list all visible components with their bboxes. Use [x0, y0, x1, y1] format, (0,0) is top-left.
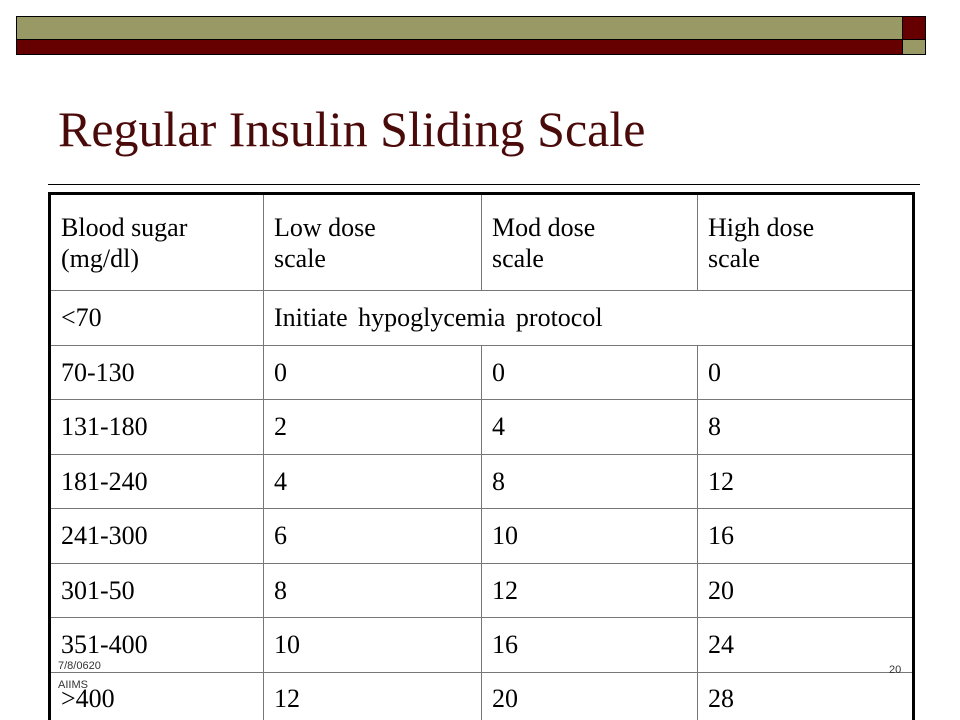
header-line: Blood sugar	[61, 212, 188, 242]
cell-low: 4	[263, 453, 482, 509]
table-row: 301-50 8 12 20	[49, 562, 914, 618]
cell-range: 241-300	[49, 508, 264, 564]
table-row: 131-180 2 4 8	[49, 399, 914, 455]
footer-organization: AIIMS	[58, 679, 88, 691]
footer-date: 7/8/0620	[58, 660, 101, 672]
cell-low: 2	[263, 399, 482, 455]
header-line: (mg/dl)	[61, 243, 139, 273]
cell-low: 0	[263, 344, 482, 400]
table-header-row: Blood sugar (mg/dl) Low dose scale Mod d…	[49, 193, 914, 291]
header-line: Low dose	[274, 212, 376, 242]
table-row: 181-240 4 8 12	[49, 453, 914, 509]
decorative-bar-olive	[16, 16, 903, 40]
cell-low: 6	[263, 508, 482, 564]
cell-high: 8	[697, 399, 914, 455]
header-low-dose: Low dose scale	[263, 193, 482, 291]
slide-title: Regular Insulin Sliding Scale	[58, 101, 646, 157]
cell-range: 181-240	[49, 453, 264, 509]
decorative-square-maroon	[902, 16, 926, 40]
header-line: scale	[708, 243, 760, 273]
cell-range: 70-130	[49, 344, 264, 400]
cell-range: 301-50	[49, 562, 264, 618]
cell-high: 12	[697, 453, 914, 509]
table-row-hypoglycemia: <70 Initiate hypoglycemia protocol	[49, 290, 914, 346]
cell-mod: 20	[481, 671, 698, 720]
header-mod-dose: Mod dose scale	[481, 193, 698, 291]
cell-mod: 12	[481, 562, 698, 618]
cell-mod: 0	[481, 344, 698, 400]
header-high-dose: High dose scale	[697, 193, 914, 291]
table-row: 70-130 0 0 0	[49, 344, 914, 400]
decorative-square-olive	[902, 39, 926, 55]
cell-high: 20	[697, 562, 914, 618]
cell-range: 131-180	[49, 399, 264, 455]
header-line: High dose	[708, 212, 815, 242]
table-row: 241-300 6 10 16	[49, 508, 914, 564]
page-number: 20	[889, 664, 902, 676]
table-row: >400 12 20 28	[49, 671, 914, 720]
cell-mod: 8	[481, 453, 698, 509]
header-line: Mod dose	[492, 212, 596, 242]
cell-high: 0	[697, 344, 914, 400]
table-row: 351-400 10 16 24	[49, 617, 914, 673]
cell-protocol-note: Initiate hypoglycemia protocol	[263, 290, 914, 346]
cell-high: 28	[697, 671, 914, 720]
cell-mod: 10	[481, 508, 698, 564]
cell-high: 16	[697, 508, 914, 564]
header-blood-sugar: Blood sugar (mg/dl)	[49, 193, 264, 291]
cell-low: 8	[263, 562, 482, 618]
cell-mod: 4	[481, 399, 698, 455]
header-line: scale	[492, 243, 544, 273]
title-divider	[48, 184, 920, 185]
cell-high: 24	[697, 617, 914, 673]
cell-low: 10	[263, 617, 482, 673]
insulin-scale-table: Blood sugar (mg/dl) Low dose scale Mod d…	[48, 192, 915, 720]
cell-mod: 16	[481, 617, 698, 673]
cell-range: <70	[49, 290, 264, 346]
decorative-bar-maroon	[16, 39, 903, 55]
cell-low: 12	[263, 671, 482, 720]
header-line: scale	[274, 243, 326, 273]
